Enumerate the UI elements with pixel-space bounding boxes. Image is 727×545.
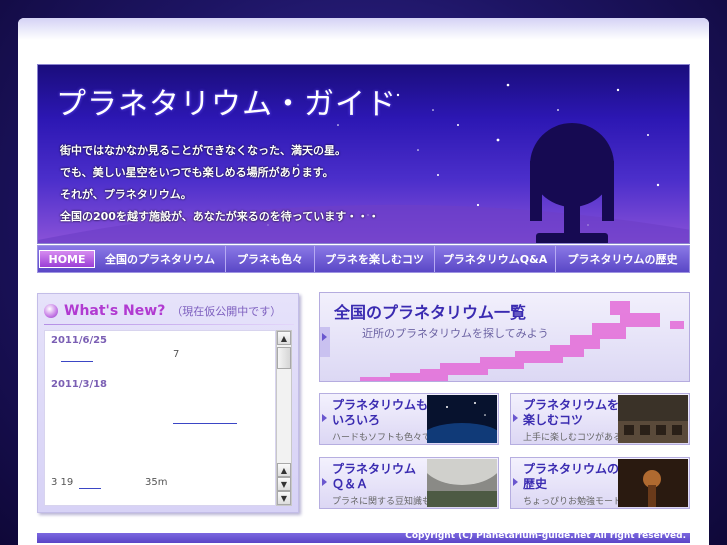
bubble-icon bbox=[44, 304, 58, 318]
whats-new-title: What's New? bbox=[64, 303, 166, 319]
news-link-2[interactable] bbox=[173, 423, 237, 424]
nav-variety[interactable]: プラネも色々 bbox=[226, 246, 315, 272]
header-banner: プラネタリウム・ガイド 街中ではなかなか見ることができなくなった、満天の星。 で… bbox=[37, 64, 690, 244]
card-title: プラネタリウムも いろいろ bbox=[332, 398, 429, 427]
scroll-down-icon[interactable]: ▼ bbox=[277, 491, 291, 505]
frame-top-bar bbox=[18, 18, 709, 40]
banner-title: 全国のプラネタリウム一覧 bbox=[334, 303, 527, 322]
whats-new-header: What's New? （現在仮公開中です） bbox=[44, 300, 281, 322]
nav-qa[interactable]: プラネタリウムQ&A bbox=[435, 246, 556, 272]
card-history[interactable]: プラネタリウムの 歴史 ちょっぴりお勉強モード bbox=[510, 457, 690, 509]
whats-new-panel: What's New? （現在仮公開中です） 2011/6/25 7 2011/… bbox=[37, 293, 299, 513]
footer-bar: Copyright (C) Planetarium-guide.net All … bbox=[37, 531, 690, 543]
card-qa[interactable]: プラネタリウム Ｑ＆Ａ プラネに関する豆知識も bbox=[319, 457, 499, 509]
seats-photo bbox=[618, 395, 688, 443]
dome-photo bbox=[427, 395, 497, 443]
theater-photo bbox=[427, 459, 497, 507]
card-subtitle: プラネに関する豆知識も bbox=[332, 497, 432, 507]
arrow-icon bbox=[322, 333, 327, 341]
banner-subtitle: 近所のプラネタリウムを探してみよう bbox=[362, 327, 549, 340]
news-link-3[interactable] bbox=[79, 488, 101, 489]
scroll-down-arrow[interactable]: ▼ bbox=[277, 477, 291, 491]
tagline-line-1: 街中ではなかなか見ることができなくなった、満天の星。 bbox=[60, 144, 346, 157]
tagline-line-4: 全国の200を越す施設が、あなたが来るのを待っています・・・ bbox=[60, 210, 380, 223]
card-variety[interactable]: プラネタリウムも いろいろ ハードもソフトも色々です bbox=[319, 393, 499, 445]
whats-new-subtitle: （現在仮公開中です） bbox=[171, 305, 282, 318]
arrow-icon bbox=[322, 478, 327, 486]
news-text-1: 7 bbox=[173, 349, 180, 360]
divider bbox=[44, 324, 294, 325]
main-nav: HOME 全国のプラネタリウム プラネも色々 プラネを楽しむコツ プラネタリウム… bbox=[37, 245, 690, 273]
arrow-icon bbox=[513, 414, 518, 422]
scroll-thumb[interactable] bbox=[277, 347, 291, 369]
card-tips[interactable]: プラネタリウムを 楽しむコツ 上手に楽しむコツがある bbox=[510, 393, 690, 445]
nav-all-planetariums[interactable]: 全国のプラネタリウム bbox=[95, 246, 226, 272]
card-subtitle: ハードもソフトも色々です bbox=[332, 433, 441, 443]
projector-photo bbox=[618, 459, 688, 507]
news-text-3: 3 19 bbox=[51, 477, 74, 488]
page-frame: プラネタリウム・ガイド 街中ではなかなか見ることができなくなった、満天の星。 で… bbox=[18, 18, 709, 545]
card-title: プラネタリウム Ｑ＆Ａ bbox=[332, 462, 417, 491]
site-title: プラネタリウム・ガイド bbox=[56, 87, 397, 122]
news-list: 2011/6/25 7 2011/3/18 3 19 35m bbox=[44, 330, 276, 506]
nav-history[interactable]: プラネタリウムの歴史 bbox=[556, 246, 689, 272]
card-subtitle: 上手に楽しむコツがある bbox=[523, 433, 623, 443]
tagline-line-2: でも、美しい星空をいつでも楽しめる場所があります。 bbox=[60, 166, 334, 179]
nav-home[interactable]: HOME bbox=[39, 250, 95, 268]
copyright: Copyright (C) Planetarium-guide.net All … bbox=[405, 531, 686, 541]
news-date-2: 2011/3/18 bbox=[51, 379, 108, 390]
planetarium-projector-icon bbox=[530, 123, 614, 243]
arrow-icon bbox=[322, 414, 327, 422]
scroll-down-button[interactable]: ▲ bbox=[277, 463, 291, 477]
card-title: プラネタリウムの 歴史 bbox=[523, 462, 620, 491]
news-link-1[interactable] bbox=[61, 361, 93, 362]
tagline-line-3: それが、プラネタリウム。 bbox=[60, 188, 192, 201]
scroll-up-button[interactable]: ▲ bbox=[277, 331, 291, 345]
news-scrollbar[interactable]: ▲ ▲ ▼ ▼ bbox=[276, 330, 292, 506]
card-subtitle: ちょっぴりお勉強モード bbox=[523, 497, 623, 507]
arrow-icon bbox=[513, 478, 518, 486]
news-date-1: 2011/6/25 bbox=[51, 335, 108, 346]
card-title: プラネタリウムを 楽しむコツ bbox=[523, 398, 620, 427]
nav-tips[interactable]: プラネを楽しむコツ bbox=[315, 246, 435, 272]
news-text-3b: 35m bbox=[145, 477, 168, 488]
planetarium-list-banner[interactable]: 全国のプラネタリウム一覧 近所のプラネタリウムを探してみよう bbox=[319, 292, 690, 382]
